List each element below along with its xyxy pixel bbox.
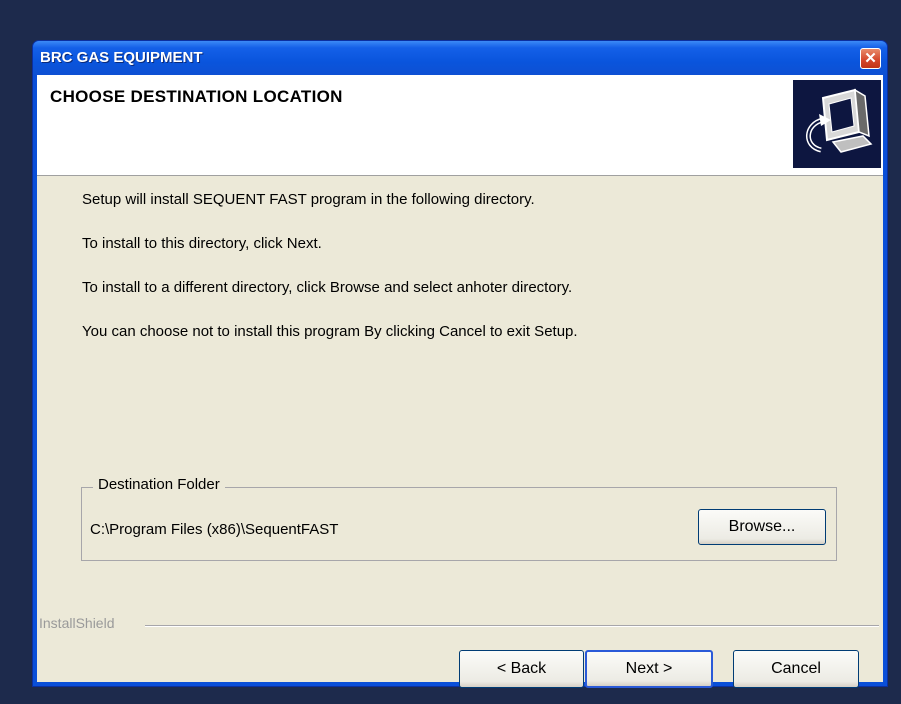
dialog-client-area: CHOOSE DESTINATION LOCATION Setup will i…	[37, 75, 883, 688]
back-button[interactable]: < Back	[459, 650, 584, 688]
info-line-3: To install to a different directory, cli…	[82, 279, 573, 296]
close-icon: ✕	[864, 50, 877, 67]
info-line-1: Setup will install SEQUENT FAST program …	[82, 191, 535, 208]
destination-folder-group: Destination Folder C:\Program Files (x86…	[81, 476, 837, 561]
page-title: CHOOSE DESTINATION LOCATION	[50, 87, 343, 106]
next-button[interactable]: Next >	[585, 650, 713, 688]
destination-folder-label: Destination Folder	[93, 476, 225, 493]
browse-button[interactable]: Browse...	[698, 509, 826, 545]
info-line-4: You can choose not to install this progr…	[82, 323, 578, 340]
close-button[interactable]: ✕	[860, 48, 881, 69]
destination-path: C:\Program Files (x86)\SequentFAST	[90, 521, 339, 538]
installshield-brand: InstallShield	[39, 615, 115, 631]
info-line-2: To install to this directory, click Next…	[82, 235, 322, 252]
computer-setup-icon	[793, 80, 881, 168]
title-bar[interactable]: BRC GAS EQUIPMENT ✕	[33, 41, 887, 75]
cancel-button[interactable]: Cancel	[733, 650, 859, 688]
installer-window: BRC GAS EQUIPMENT ✕ CHOOSE DESTINATION L…	[32, 40, 888, 688]
footer-separator	[145, 625, 879, 627]
dialog-header: CHOOSE DESTINATION LOCATION	[37, 75, 883, 176]
window-title: BRC GAS EQUIPMENT	[40, 49, 203, 66]
